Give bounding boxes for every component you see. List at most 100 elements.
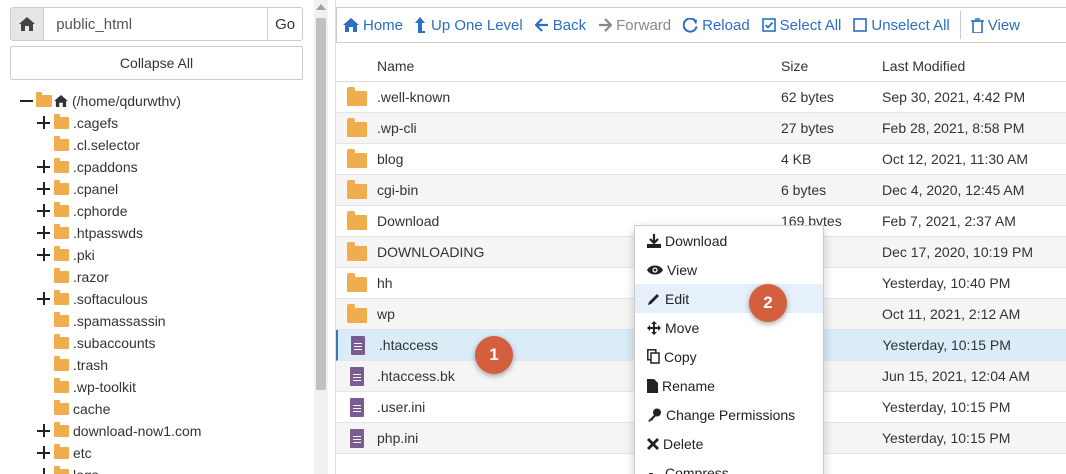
expand-icon[interactable] — [37, 248, 51, 262]
tree-item[interactable]: .wp-toolkit — [0, 376, 314, 398]
menu-item-change-permissions[interactable]: Change Permissions — [635, 400, 823, 429]
tree-item[interactable]: logs — [0, 464, 314, 474]
menu-item-view[interactable]: View — [635, 255, 823, 284]
menu-item-compress[interactable]: Compress — [635, 458, 823, 474]
up-one-level-button[interactable]: Up One Level — [409, 8, 529, 42]
folder-icon — [54, 422, 69, 437]
menu-item-copy[interactable]: Copy — [635, 342, 823, 371]
menu-item-download[interactable]: Download — [635, 226, 823, 255]
tree-item[interactable]: .razor — [0, 266, 314, 288]
folder-icon — [54, 290, 69, 305]
expand-icon[interactable] — [37, 446, 51, 460]
tree-item[interactable]: .subaccounts — [0, 332, 314, 354]
tree-item[interactable]: etc — [0, 442, 314, 464]
folder-icon — [346, 304, 367, 323]
tree-item[interactable]: cache — [0, 398, 314, 420]
tree-root-item[interactable]: (/home/qdurwthv) — [0, 90, 314, 112]
expand-icon[interactable] — [37, 204, 51, 218]
tree-item[interactable]: .spamassassin — [0, 310, 314, 332]
tree-item[interactable]: download-now1.com — [0, 420, 314, 442]
arrow-right-icon — [599, 18, 613, 32]
tree-item[interactable]: .trash — [0, 354, 314, 376]
view-trash-button[interactable]: View — [965, 8, 1026, 42]
tree-item[interactable]: .htpasswds — [0, 222, 314, 244]
file-text-icon — [349, 366, 364, 386]
tree-scrollbar-thumb[interactable] — [316, 18, 326, 390]
file-size-cell: 6 bytes — [781, 182, 827, 198]
toolbar: Home Up One Level Back Forward Reload Se… — [336, 7, 1066, 43]
file-modified-cell: Yesterday, 10:15 PM — [882, 399, 1011, 415]
tree-item[interactable]: .cpanel — [0, 178, 314, 200]
tree-item[interactable]: .cpaddons — [0, 156, 314, 178]
home-button[interactable]: Home — [337, 8, 409, 42]
expand-icon[interactable] — [37, 116, 51, 130]
tree-item[interactable]: .softaculous — [0, 288, 314, 310]
folder-icon — [346, 149, 367, 168]
tree-item-label: .pki — [73, 247, 95, 263]
tree-item[interactable]: .pki — [0, 244, 314, 266]
forward-button-label: Forward — [616, 16, 672, 34]
file-name-cell: blog — [377, 151, 404, 167]
go-button[interactable]: Go — [267, 8, 302, 40]
expand-icon[interactable] — [37, 160, 51, 174]
menu-item-move[interactable]: Move — [635, 313, 823, 342]
column-name-header[interactable]: Name — [377, 58, 781, 74]
tree-item-label: .subaccounts — [73, 335, 156, 351]
file-size-cell: 62 bytes — [781, 89, 834, 105]
menu-item-delete[interactable]: Delete — [635, 429, 823, 458]
tree-item-label: download-now1.com — [73, 423, 202, 439]
forward-button[interactable]: Forward — [592, 8, 677, 42]
menu-item-rename[interactable]: Rename — [635, 371, 823, 400]
tree-item[interactable]: .cagefs — [0, 112, 314, 134]
path-input[interactable] — [44, 8, 268, 40]
file-size-cell: 27 bytes — [781, 120, 834, 136]
arrow-left-icon — [534, 18, 548, 32]
tree-item-label: logs — [73, 467, 99, 474]
file-modified-cell: Dec 4, 2020, 12:45 AM — [882, 182, 1025, 198]
back-button[interactable]: Back — [529, 8, 592, 42]
folder-tree: (/home/qdurwthv) .cagefs .cl.selector .cpa… — [0, 90, 314, 474]
menu-item-label: View — [667, 261, 698, 278]
tree-item[interactable]: .cl.selector — [0, 134, 314, 156]
tree-root-label: (/home/qdurwthv) — [72, 93, 181, 109]
tree-item-label: cache — [73, 401, 111, 417]
tree-item-label: .wp-toolkit — [73, 379, 137, 395]
menu-item-edit[interactable]: Edit — [635, 284, 823, 313]
collapse-all-button[interactable]: Collapse All — [10, 46, 303, 80]
unselect-all-button[interactable]: Unselect All — [847, 8, 955, 42]
scroll-up-arrow-icon[interactable] — [316, 4, 326, 10]
file-modified-cell: Jun 15, 2021, 12:04 AM — [882, 368, 1030, 384]
tree-item-label: .softaculous — [73, 291, 148, 307]
file-modified-cell: Oct 12, 2021, 11:30 AM — [882, 151, 1029, 167]
close-icon — [647, 437, 659, 450]
home-directory-button[interactable] — [11, 8, 45, 40]
folder-open-icon — [36, 92, 52, 107]
reload-button[interactable]: Reload — [677, 8, 756, 42]
file-modified-cell: Dec 17, 2020, 10:19 PM — [882, 244, 1033, 260]
column-size-header[interactable]: Size — [781, 58, 882, 74]
expand-icon[interactable] — [37, 226, 51, 240]
expand-icon[interactable] — [37, 468, 51, 474]
file-modified-cell: Feb 7, 2021, 2:37 AM — [882, 213, 1016, 229]
file-text-icon — [351, 335, 366, 355]
tree-item-label: .cl.selector — [73, 137, 140, 153]
table-row[interactable]: .wp-cli 27 bytes Feb 28, 2021, 8:58 PM — [336, 113, 1066, 144]
back-button-label: Back — [552, 16, 587, 34]
tree-item-label: .cphorde — [73, 203, 128, 219]
table-row[interactable]: cgi-bin 6 bytes Dec 4, 2020, 12:45 AM — [336, 175, 1066, 206]
trash-icon — [970, 17, 984, 33]
folder-icon — [54, 158, 69, 173]
folder-icon — [346, 180, 367, 199]
tree-item-label: .cpanel — [73, 181, 119, 197]
home-icon — [19, 17, 36, 31]
table-row[interactable]: .well-known 62 bytes Sep 30, 2021, 4:42 PM — [336, 82, 1066, 113]
select-all-button[interactable]: Select All — [756, 8, 848, 42]
up-one-level-label: Up One Level — [431, 16, 523, 34]
collapse-icon[interactable] — [20, 94, 34, 108]
tree-item[interactable]: .cphorde — [0, 200, 314, 222]
table-row[interactable]: blog 4 KB Oct 12, 2021, 11:30 AM — [336, 144, 1066, 175]
expand-icon[interactable] — [37, 182, 51, 196]
expand-icon[interactable] — [37, 424, 51, 438]
expand-icon[interactable] — [37, 292, 51, 306]
column-modified-header[interactable]: Last Modified — [882, 58, 1066, 74]
